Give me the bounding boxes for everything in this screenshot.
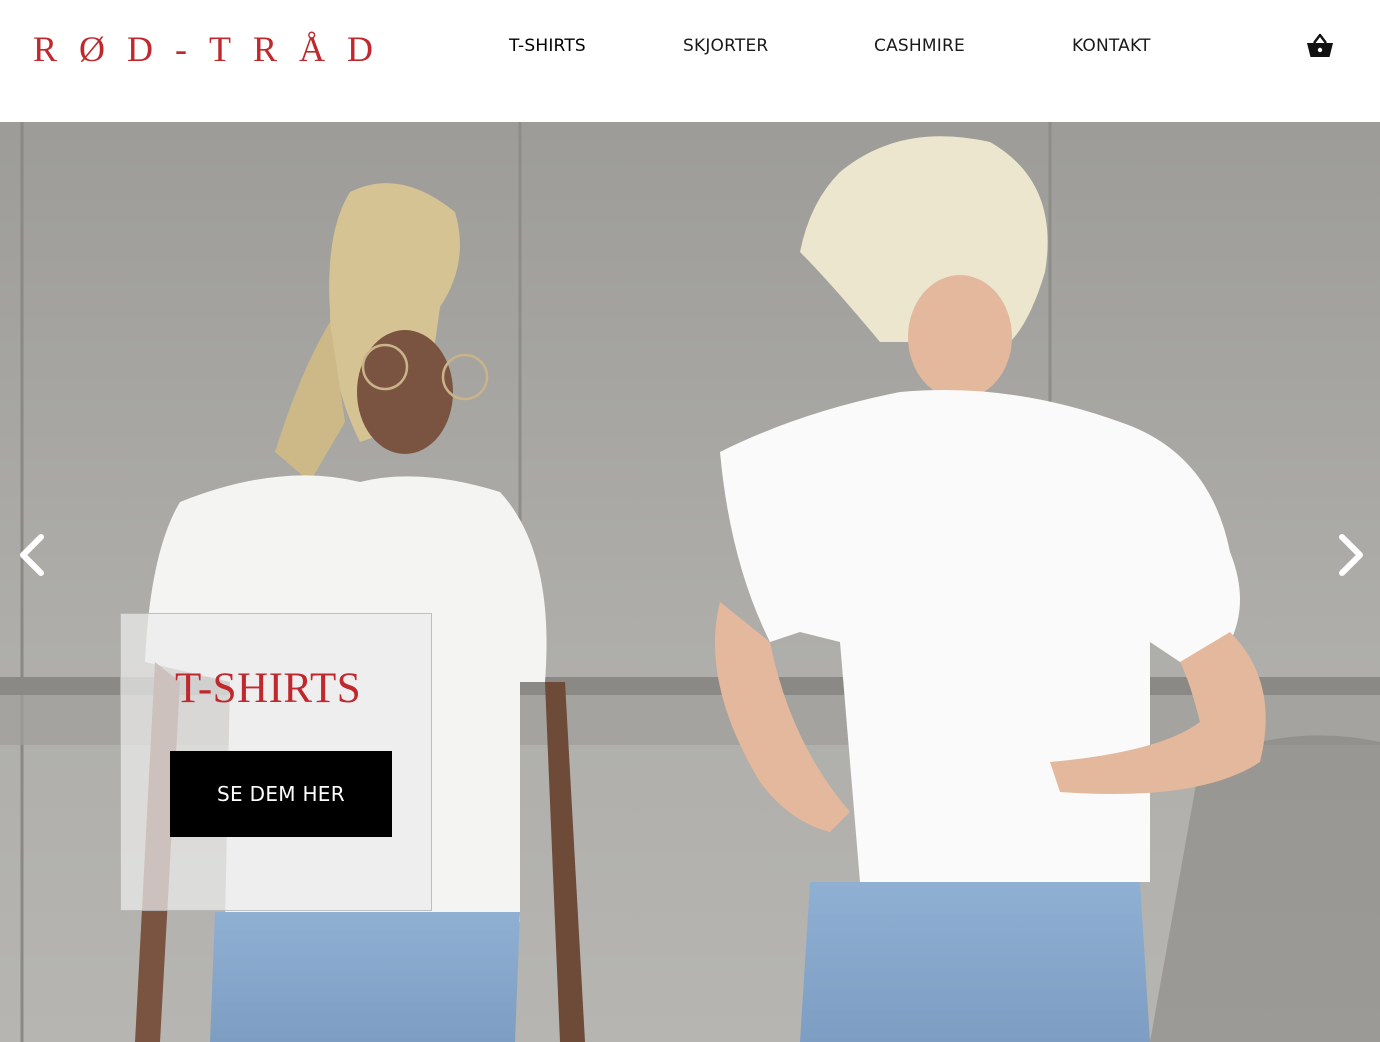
brand-logo[interactable]: RØD-TRÅD [33, 28, 395, 70]
nav-item-skjorter[interactable]: SKJORTER [683, 36, 768, 56]
nav-item-t-shirts[interactable]: T-SHIRTS [509, 36, 586, 56]
nav-item-kontakt[interactable]: KONTAKT [1072, 36, 1151, 56]
chevron-left-icon [20, 534, 44, 576]
promo-title: T-SHIRTS [175, 665, 362, 712]
basket-icon[interactable] [1305, 32, 1335, 60]
shop-now-button[interactable]: SE DEM HER [170, 751, 392, 837]
chevron-right-icon [1339, 534, 1363, 576]
prev-slide-button[interactable] [13, 530, 53, 580]
next-slide-button[interactable] [1330, 530, 1370, 580]
promo-card: T-SHIRTS SE DEM HER [120, 613, 432, 911]
site-header: RØD-TRÅD T-SHIRTS SKJORTER CASHMIRE KONT… [0, 0, 1380, 122]
nav-item-cashmire[interactable]: CASHMIRE [874, 36, 965, 56]
hero-banner: T-SHIRTS SE DEM HER [0, 122, 1380, 1042]
